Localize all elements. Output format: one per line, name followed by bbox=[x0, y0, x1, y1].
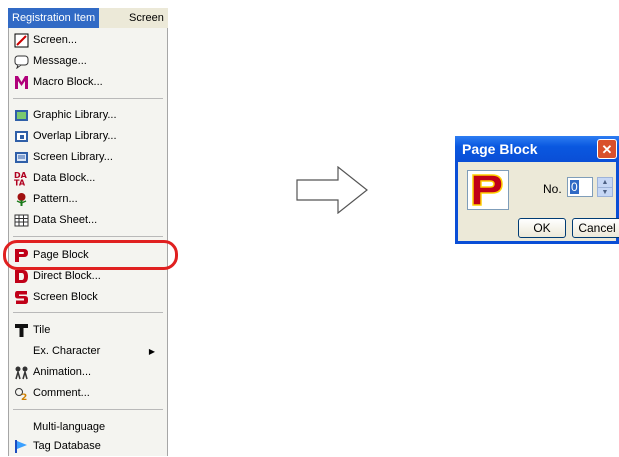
menu-item-screen[interactable]: Screen... bbox=[9, 30, 167, 51]
direct-block-icon bbox=[15, 270, 28, 283]
menu-item-macro-block[interactable]: Macro Block... bbox=[9, 72, 167, 93]
menu-item-label: Ex. Character bbox=[33, 345, 101, 357]
menu-registration-item[interactable]: Registration Item bbox=[8, 8, 100, 28]
menu-separator bbox=[13, 236, 163, 237]
menu-item-label: Screen... bbox=[33, 34, 78, 46]
message-icon bbox=[14, 55, 29, 69]
tile-icon bbox=[15, 324, 28, 337]
page-block-image bbox=[467, 170, 509, 210]
menu-item-data-sheet[interactable]: Data Sheet... bbox=[9, 210, 167, 231]
menu-item-label: Tag Database bbox=[33, 440, 101, 452]
screen-icon bbox=[14, 33, 29, 48]
menu-item-label: Message... bbox=[33, 55, 87, 67]
spin-up-icon[interactable]: ▲ bbox=[598, 178, 612, 187]
no-label: No. bbox=[543, 182, 562, 196]
menu-item-label: Graphic Library... bbox=[33, 109, 117, 121]
submenu-arrow-icon: ▶ bbox=[148, 347, 155, 356]
page-number-field[interactable]: 0 bbox=[567, 177, 593, 197]
overlap-library-icon bbox=[15, 131, 28, 142]
menu-item-screen-library[interactable]: Screen Library... bbox=[9, 147, 167, 168]
page-block-icon bbox=[472, 174, 503, 206]
menu-item-label: Data Block... bbox=[33, 172, 96, 184]
menu-item-animation[interactable]: Animation... bbox=[9, 362, 167, 383]
menu-item-message[interactable]: Message... bbox=[9, 51, 167, 72]
page-number-spinner[interactable]: ▲ ▼ bbox=[597, 177, 613, 197]
menu-item-label: Macro Block... bbox=[33, 76, 103, 88]
spin-down-icon[interactable]: ▼ bbox=[598, 187, 612, 197]
menu-item-label: Animation... bbox=[33, 366, 92, 378]
screen-block-icon bbox=[15, 291, 28, 304]
menu-item-label: Screen Block bbox=[33, 291, 98, 303]
menu-item-graphic-library[interactable]: Graphic Library... bbox=[9, 105, 167, 126]
menu-item-tag-database[interactable]: Tag Database bbox=[9, 436, 167, 457]
menu-item-overlap-library[interactable]: Overlap Library... bbox=[9, 126, 167, 147]
svg-text:2: 2 bbox=[21, 393, 27, 401]
menu-item-label: Pattern... bbox=[33, 193, 78, 205]
data-sheet-icon bbox=[14, 214, 29, 227]
ok-button[interactable]: OK bbox=[518, 218, 566, 238]
menu-separator bbox=[13, 98, 163, 99]
comment-icon: 2 bbox=[15, 388, 27, 401]
menu-separator bbox=[13, 312, 163, 313]
menu-item-comment[interactable]: 2 Comment... bbox=[9, 383, 167, 404]
close-icon[interactable]: ✕ bbox=[597, 139, 617, 159]
pattern-icon bbox=[16, 193, 27, 206]
dialog-title: Page Block bbox=[455, 136, 619, 162]
menu-item-label: Screen Library... bbox=[33, 151, 113, 163]
highlight-circle bbox=[3, 240, 178, 270]
menu-item-label: Comment... bbox=[33, 387, 90, 399]
menu-item-data-block[interactable]: DA TA Data Block... bbox=[9, 168, 167, 189]
svg-text:TA: TA bbox=[14, 179, 26, 187]
menu-item-label: Tile bbox=[33, 324, 51, 336]
menu-item-ex-character[interactable]: Ex. Character ▶ bbox=[9, 341, 167, 362]
data-block-icon: DATA bbox=[14, 171, 28, 187]
menu-screen[interactable]: Screen bbox=[125, 8, 168, 28]
tag-database-icon bbox=[15, 440, 27, 453]
menu-item-pattern[interactable]: Pattern... bbox=[9, 189, 167, 210]
page-number-value: 0 bbox=[570, 180, 579, 194]
menu-bar: Registration Item Screen bbox=[8, 8, 168, 29]
page-block-dialog: Page Block ✕ No. 0 ▲ ▼ OK Cancel bbox=[455, 136, 619, 244]
menu-item-tile[interactable]: Tile bbox=[9, 320, 167, 341]
menu-item-multi-language[interactable]: Multi-language bbox=[9, 417, 167, 438]
graphic-library-icon bbox=[15, 110, 28, 121]
animation-icon bbox=[15, 366, 28, 380]
menu-item-label: Multi-language bbox=[33, 421, 106, 433]
cancel-button[interactable]: Cancel bbox=[572, 218, 619, 238]
menu-item-screen-block[interactable]: Screen Block bbox=[9, 287, 167, 308]
menu-item-label: Data Sheet... bbox=[33, 214, 98, 226]
screen-library-icon bbox=[15, 152, 28, 163]
macro-block-icon bbox=[15, 76, 28, 89]
menu-item-label: Overlap Library... bbox=[33, 130, 117, 142]
right-arrow-icon bbox=[296, 166, 368, 214]
menu-separator bbox=[13, 409, 163, 410]
